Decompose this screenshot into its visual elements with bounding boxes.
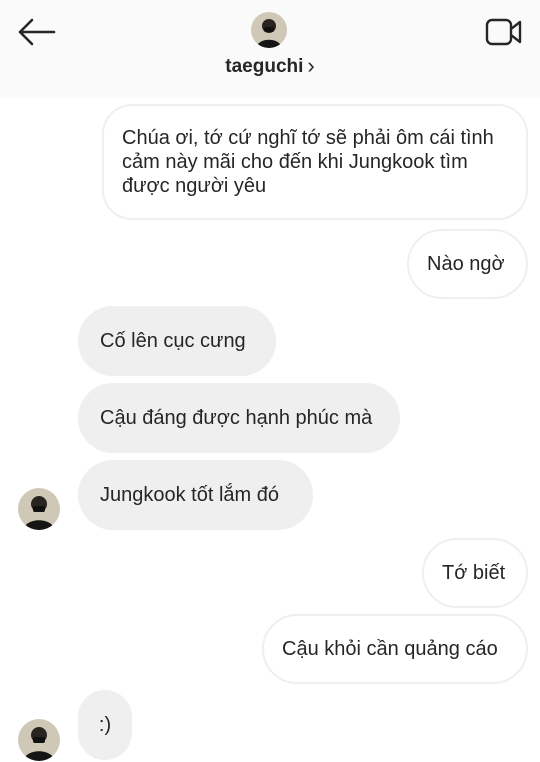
message-bubble-sent[interactable]: Cậu khỏi cần quảng cáo <box>262 614 528 684</box>
message-bubble-received[interactable]: Cố lên cục cưng <box>78 306 276 376</box>
chat-header: taeguchi › <box>0 0 540 98</box>
video-camera-icon <box>485 18 522 46</box>
sender-avatar[interactable] <box>18 488 60 530</box>
username-label: taeguchi <box>225 56 304 77</box>
message-text: Jungkook tốt lắm đó <box>100 484 279 506</box>
chevron-right-icon: › <box>307 53 315 78</box>
sender-avatar[interactable] <box>18 719 60 761</box>
message-bubble-sent[interactable]: Nào ngờ <box>407 229 528 299</box>
message-text: :) <box>98 714 112 736</box>
message-text: Chúa ơi, tớ cứ nghĩ tớ sẽ phải ôm cái tì… <box>122 127 494 197</box>
message-bubble-received[interactable]: :) <box>78 690 132 760</box>
message-bubble-sent[interactable]: Tớ biết <box>422 538 528 608</box>
arrow-left-icon <box>18 18 56 46</box>
chat-title[interactable]: taeguchi › <box>0 53 540 78</box>
message-text: Cậu khỏi cần quảng cáo <box>282 638 498 660</box>
message-text: Cố lên cục cưng <box>100 330 246 352</box>
message-bubble-sent[interactable]: Chúa ơi, tớ cứ nghĩ tớ sẽ phải ôm cái tì… <box>102 104 528 220</box>
message-thread: Chúa ơi, tớ cứ nghĩ tớ sẽ phải ôm cái tì… <box>0 98 540 762</box>
message-bubble-received[interactable]: Jungkook tốt lắm đó <box>78 460 313 530</box>
back-button[interactable] <box>14 14 58 50</box>
video-call-button[interactable] <box>482 12 526 52</box>
message-bubble-received[interactable]: Cậu đáng được hạnh phúc mà <box>78 383 400 453</box>
message-text: Nào ngờ <box>427 253 505 275</box>
header-avatar[interactable] <box>251 12 287 48</box>
message-text: Tớ biết <box>442 562 506 584</box>
message-text: Cậu đáng được hạnh phúc mà <box>100 407 373 429</box>
